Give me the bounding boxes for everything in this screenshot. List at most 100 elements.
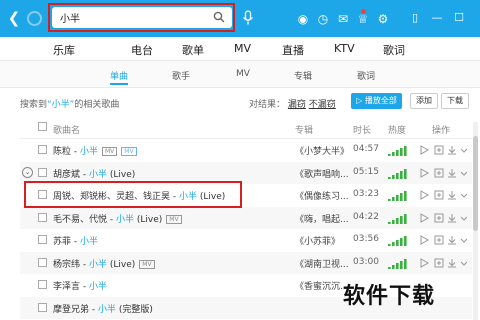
subtab-singers[interactable]: 歌手: [172, 69, 190, 82]
maximize-icon[interactable]: ☐: [448, 10, 470, 26]
compare-option-2[interactable]: 不漏窃: [309, 100, 336, 110]
summary-keyword: “小半”: [47, 100, 75, 110]
song-name[interactable]: 苏菲 - 小半: [53, 234, 98, 247]
result-summary: 搜索到“小半”的相关歌曲: [20, 97, 119, 110]
top-bar: ❮ 小半 ◉ ◷ ✉ ♕ ⚙ ▯ — ☐: [0, 0, 480, 37]
duration: 04:22: [353, 211, 379, 222]
nav-tab-lyrics[interactable]: 歌词: [383, 42, 405, 58]
mv-badge[interactable]: MV: [166, 214, 182, 224]
table-row[interactable]: 苏菲 - 小半 《小苏菲》 03:56: [20, 229, 472, 251]
song-name[interactable]: 毛不易、代悦 - 小半 (Live) MV: [53, 212, 182, 225]
album-name[interactable]: 《香蜜沉沉...: [295, 279, 349, 292]
song-title: 杨宗纬 -: [53, 259, 89, 270]
song-keyword[interactable]: 小半: [98, 305, 116, 315]
compare-option-1[interactable]: 漏窃: [288, 100, 306, 110]
album-name[interactable]: 《湖南卫视...: [295, 257, 349, 270]
row-actions: [420, 257, 467, 268]
row-checkbox[interactable]: [38, 257, 47, 267]
song-keyword[interactable]: 小半: [80, 237, 98, 247]
subtab-songs[interactable]: 单曲: [110, 69, 128, 82]
album-name[interactable]: 《歌声唱响...: [295, 167, 349, 180]
song-name[interactable]: 杨宗纬 - 小半 (Live) MV: [53, 257, 155, 270]
microphone-icon[interactable]: [242, 10, 254, 26]
add-plus-icon: [437, 170, 441, 175]
nav-tab-ktv[interactable]: KTV: [334, 42, 355, 55]
duration: 03:00: [353, 256, 379, 267]
mv-badge[interactable]: MV: [102, 147, 118, 156]
summary-prefix: 搜索到: [20, 100, 48, 110]
compare-options: 对结果： 漏窃 不漏窃: [249, 97, 336, 110]
notification-dot: [361, 9, 366, 14]
song-keyword[interactable]: 小半: [80, 147, 98, 157]
play-all-button[interactable]: ▷ 播放全部: [351, 93, 402, 109]
header-album: 专辑: [295, 126, 314, 136]
row-checkbox[interactable]: [38, 145, 47, 154]
song-name[interactable]: 陈粒 - 小半 MV MV: [53, 144, 137, 157]
song-title: 胡彦斌 -: [53, 169, 89, 180]
song-title: 摩登兄弟 -: [53, 304, 98, 315]
album-name[interactable]: 《偶像练习...: [295, 189, 349, 202]
album-name[interactable]: 《小梦大半》: [295, 144, 349, 157]
play-icon: [420, 167, 430, 178]
table-row[interactable]: 陈粒 - 小半 MV MV 《小梦大半》 04:57: [20, 139, 472, 161]
song-title: 李泽言 -: [53, 282, 89, 292]
nav-tab-live[interactable]: 直播: [282, 42, 304, 58]
nav-tab-library[interactable]: 乐库: [53, 42, 75, 58]
add-plus-icon: [437, 238, 441, 242]
compare-label: 对结果：: [249, 100, 286, 110]
message-icon[interactable]: ✉: [333, 11, 353, 27]
scrollbar-thumb[interactable]: [473, 136, 478, 231]
table-row[interactable]: 杨宗纬 - 小半 (Live) MV 《湖南卫视... 03:00: [20, 251, 472, 274]
download-icon: [448, 236, 456, 245]
nav-tab-playlists[interactable]: 歌单: [182, 42, 204, 58]
play-icon: [420, 235, 430, 245]
window-controls: ▯ — ☐: [404, 10, 470, 26]
subtab-lyrics[interactable]: 歌词: [357, 69, 375, 82]
row-checkbox[interactable]: [38, 212, 47, 222]
table-row[interactable]: 毛不易、代悦 - 小半 (Live) MV 《嗨，唱起... 04:22: [20, 206, 472, 229]
song-keyword[interactable]: 小半: [116, 215, 134, 225]
song-keyword[interactable]: 小半: [89, 260, 107, 270]
subtab-albums[interactable]: 专辑: [294, 69, 312, 82]
song-name[interactable]: 摩登兄弟 - 小半 (完整版): [53, 302, 153, 315]
download-icon: [448, 191, 456, 200]
song-keyword[interactable]: 小半: [89, 282, 107, 292]
row-checkbox[interactable]: [38, 235, 47, 244]
back-icon[interactable]: ❮: [6, 10, 22, 26]
nav-tab-mv[interactable]: MV: [234, 42, 251, 55]
watermark: 软件下载: [343, 284, 436, 309]
expand-icon[interactable]: ⌄: [22, 166, 33, 178]
row-actions: [420, 235, 467, 245]
download-icon: [448, 213, 456, 222]
mv-badge[interactable]: MV: [139, 259, 155, 269]
song-keyword[interactable]: 小半: [89, 170, 107, 180]
settings-icon[interactable]: ⚙: [373, 11, 393, 27]
song-title: 陈粒 -: [53, 147, 80, 157]
active-tab-indicator: [110, 83, 128, 85]
mini-mode-icon[interactable]: ▯: [404, 10, 426, 26]
add-plus-icon: [437, 260, 441, 265]
table-header: 歌曲名 专辑 时长 热度 操作: [20, 117, 472, 139]
row-checkbox[interactable]: [38, 280, 47, 289]
row-checkbox[interactable]: [38, 167, 47, 177]
album-name[interactable]: 《嗨，唱起...: [295, 212, 349, 225]
song-name[interactable]: 李泽言 - 小半: [53, 279, 107, 292]
minimize-icon[interactable]: —: [426, 10, 448, 26]
clock-icon[interactable]: ◷: [313, 11, 333, 27]
album-name[interactable]: 《小苏菲》: [295, 234, 340, 247]
nav-tab-radio[interactable]: 电台: [131, 42, 153, 58]
add-button[interactable]: 添加: [410, 93, 438, 109]
row-actions: [420, 190, 467, 200]
subtab-mv[interactable]: MV: [236, 69, 250, 79]
more-icon: [460, 238, 467, 243]
record-icon[interactable]: ◉: [293, 11, 313, 27]
row-checkbox[interactable]: [38, 302, 47, 312]
select-all-checkbox[interactable]: [38, 122, 47, 131]
add-plus-icon: [437, 215, 441, 220]
refresh-icon[interactable]: [27, 11, 42, 26]
mv-badge[interactable]: MV: [121, 147, 137, 156]
song-name[interactable]: 胡彦斌 - 小半 (Live): [53, 167, 135, 180]
download-button[interactable]: 下载: [441, 93, 469, 109]
main-nav: 乐库 电台 歌单 MV 直播 KTV 歌词: [0, 37, 480, 61]
scrollbar[interactable]: [473, 122, 478, 320]
